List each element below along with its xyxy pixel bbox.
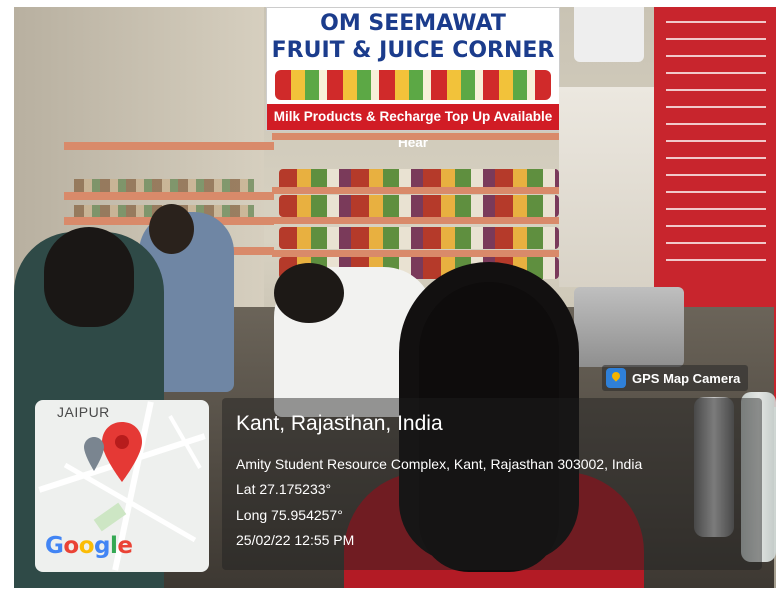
datetime-text: 25/02/22 12:55 PM [236, 532, 355, 548]
sign-fruit-graphics [275, 70, 551, 100]
center-shelf [272, 250, 562, 257]
air-conditioner [574, 7, 644, 62]
center-shelf [272, 187, 562, 194]
mini-map: JAIPUR Google [35, 400, 209, 572]
address-text: Amity Student Resource Complex, Kant, Ra… [236, 456, 643, 472]
map-pin-icon [102, 422, 142, 482]
google-logo: Google [45, 533, 133, 559]
sign-band: Milk Products & Recharge Top Up Availabl… [267, 104, 559, 150]
produce-row [279, 227, 559, 249]
gps-camera-text: GPS Map Camera [632, 370, 741, 386]
center-shelf [272, 133, 562, 140]
center-shelf [272, 217, 562, 224]
gps-camera-label: GPS Map Camera [602, 365, 749, 391]
sign-line-1: OM SEEMAWAT [320, 11, 506, 36]
gps-camera-icon [606, 368, 626, 388]
sign-line-2: FRUIT & JUICE CORNER [271, 38, 555, 63]
gps-info-panel: Kant, Rajasthan, India Amity Student Res… [222, 398, 762, 570]
location-title: Kant, Rajasthan, India [236, 412, 443, 435]
longitude-text: Long 75.954257° [236, 507, 343, 523]
left-shelf [64, 192, 274, 200]
produce-row [279, 195, 559, 217]
map-city-label: JAIPUR [57, 404, 110, 420]
left-shelf-goods [74, 179, 254, 193]
sign-title: OM SEEMAWAT FRUIT & JUICE CORNER [267, 10, 559, 64]
secondary-pin-icon [84, 437, 104, 471]
left-shelf [64, 142, 274, 150]
latitude-text: Lat 27.175233° [236, 481, 332, 497]
shop-sign: OM SEEMAWAT FRUIT & JUICE CORNER Milk Pr… [266, 7, 560, 150]
right-rack [559, 87, 664, 287]
